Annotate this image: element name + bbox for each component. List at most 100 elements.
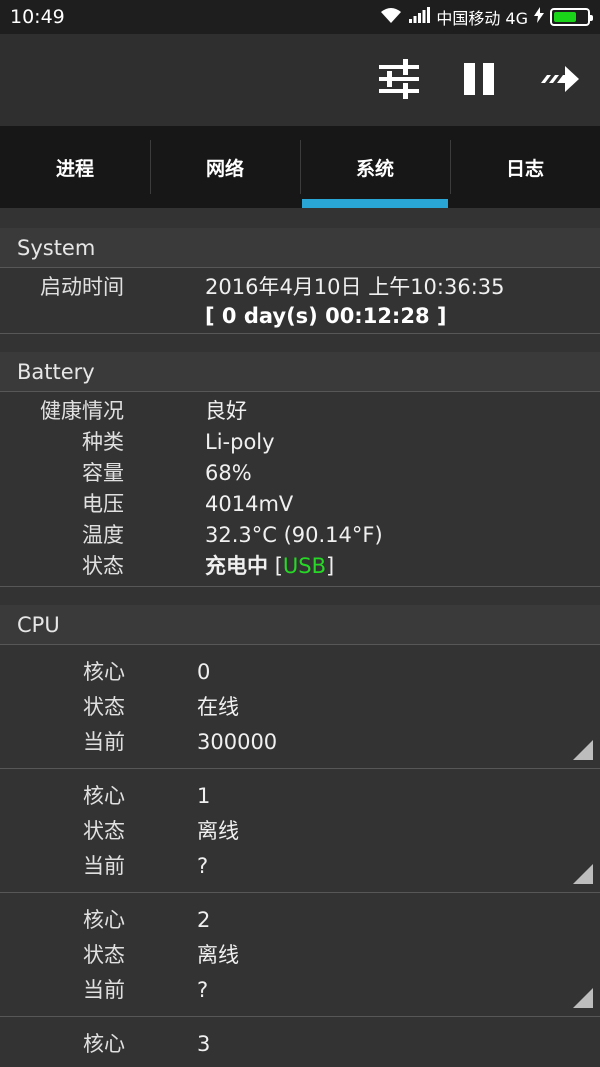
tab-label: 网络 — [205, 157, 244, 180]
battery-status-label: 状态 — [82, 554, 124, 578]
cpu-core-value: 1 — [197, 784, 211, 808]
cpu-state-row: 状态 离线 — [0, 938, 600, 973]
battery-row-value: 32.3°C (90.14°F) — [205, 523, 383, 547]
tab-system[interactable]: 系统 — [300, 126, 450, 208]
battery-row-label: 容量 — [82, 461, 124, 485]
pause-icon — [462, 62, 496, 100]
battery-row: 种类 Li-poly — [0, 427, 600, 458]
battery-row-value: 68% — [205, 461, 252, 485]
cpu-core-block[interactable]: 核心 0 状态 在线 当前 300000 — [0, 645, 600, 769]
battery-status-value: 充电中 — [205, 554, 268, 578]
cpu-current-row: 当前 ? — [0, 849, 600, 884]
tab-bar: 进程 网络 系统 日志 — [0, 126, 600, 208]
battery-row: 电压 4014mV — [0, 489, 600, 520]
cpu-current-label: 当前 — [83, 854, 125, 878]
cpu-current-value: ? — [197, 978, 209, 1002]
tab-label: 系统 — [355, 157, 394, 180]
status-time: 10:49 — [10, 6, 65, 28]
signal-icon — [408, 7, 431, 27]
battery-row-label: 种类 — [82, 430, 124, 454]
tab-label: 日志 — [505, 157, 544, 180]
tab-label: 进程 — [55, 157, 94, 180]
cpu-core-row: 核心 1 — [0, 779, 600, 814]
cpu-core-block[interactable]: 核心 2 状态 离线 当前 ? — [0, 893, 600, 1017]
pause-button[interactable] — [454, 56, 504, 106]
cpu-core-value: 0 — [197, 660, 211, 684]
battery-row-value: 良好 — [205, 399, 247, 423]
wifi-icon — [380, 6, 402, 28]
section-header-cpu: CPU — [0, 605, 600, 645]
uptime-block: 启动时间 2016年4月10日 上午10:36:35 [ 0 day(s) 00… — [0, 268, 600, 334]
cpu-core-block[interactable]: 核心 1 状态 离线 当前 ? — [0, 769, 600, 893]
expand-corner-icon[interactable] — [573, 740, 593, 760]
uptime-value-group: 2016年4月10日 上午10:36:35 [ 0 day(s) 00:12:2… — [205, 272, 505, 329]
status-bar: 10:49 中国移动 4G — [0, 0, 600, 34]
cpu-current-label: 当前 — [83, 978, 125, 1002]
uptime-row: 启动时间 2016年4月10日 上午10:36:35 [ 0 day(s) 00… — [0, 272, 600, 329]
battery-status-source: USB — [282, 554, 326, 578]
cpu-core-row: 核心 0 — [0, 655, 600, 690]
battery-status-value-group: 充电中 [USB] — [205, 551, 334, 582]
battery-row: 温度 32.3°C (90.14°F) — [0, 520, 600, 551]
cpu-current-label: 当前 — [83, 730, 125, 754]
battery-row-value: 4014mV — [205, 492, 294, 516]
battery-block: 健康情况 良好 种类 Li-poly 容量 68% 电压 4014mV 温度 3… — [0, 392, 600, 587]
cpu-core-label: 核心 — [83, 908, 125, 932]
forward-arrow-icon — [537, 62, 581, 100]
battery-row: 容量 68% — [0, 458, 600, 489]
cpu-state-value: 在线 — [197, 1062, 239, 1067]
uptime-value: 2016年4月10日 上午10:36:35 — [205, 275, 505, 299]
cpu-state-value: 离线 — [197, 943, 239, 967]
expand-corner-icon[interactable] — [573, 988, 593, 1008]
cpu-core-label: 核心 — [83, 660, 125, 684]
expand-corner-icon[interactable] — [573, 864, 593, 884]
system-content[interactable]: System 启动时间 2016年4月10日 上午10:36:35 [ 0 da… — [0, 208, 600, 1067]
bracket-open: [ — [274, 554, 283, 578]
battery-row-label: 温度 — [82, 523, 124, 547]
battery-status-row: 状态 充电中 [USB] — [0, 551, 600, 582]
section-title: CPU — [17, 612, 60, 637]
battery-fill — [554, 12, 576, 22]
cpu-core-row: 核心 2 — [0, 903, 600, 938]
tab-log[interactable]: 日志 — [450, 126, 600, 208]
uptime-label: 启动时间 — [40, 275, 124, 299]
status-right: 中国移动 4G — [380, 5, 593, 29]
cpu-core-label: 核心 — [83, 784, 125, 808]
cpu-core-value: 2 — [197, 908, 211, 932]
section-title: System — [17, 235, 96, 260]
bracket-close: ] — [326, 554, 335, 578]
tab-network[interactable]: 网络 — [150, 126, 300, 208]
cpu-state-label: 状态 — [0, 1062, 125, 1067]
cpu-state-label: 状态 — [83, 943, 125, 967]
forward-button[interactable] — [534, 56, 584, 106]
cpu-core-label: 核心 — [83, 1032, 125, 1056]
battery-row-value: Li-poly — [205, 430, 275, 454]
cpu-core-value: 3 — [197, 1032, 211, 1056]
cpu-state-label: 状态 — [83, 819, 125, 843]
battery-row: 健康情况 良好 — [0, 396, 600, 427]
section-header-battery: Battery — [0, 352, 600, 392]
settings-sliders-button[interactable] — [374, 56, 424, 106]
cpu-core-block[interactable]: 核心 3 状态 在线 — [0, 1017, 600, 1067]
cpu-state-label: 状态 — [83, 695, 125, 719]
battery-row-label: 健康情况 — [40, 399, 124, 423]
cpu-current-value: ? — [197, 854, 209, 878]
cpu-state-row: 状态 在线 — [0, 1062, 600, 1067]
sliders-icon — [377, 59, 421, 103]
toolbar — [0, 34, 600, 126]
tab-processes[interactable]: 进程 — [0, 126, 150, 208]
cpu-core-row: 核心 3 — [0, 1027, 600, 1062]
battery-icon — [550, 8, 593, 26]
section-header-system: System — [0, 228, 600, 268]
cpu-state-row: 状态 在线 — [0, 690, 600, 725]
charging-bolt-icon — [534, 7, 544, 27]
uptime-duration: [ 0 day(s) 00:12:28 ] — [205, 304, 447, 328]
cpu-current-row: 当前 ? — [0, 973, 600, 1008]
battery-row-label: 电压 — [82, 492, 124, 516]
carrier-label: 中国移动 4G — [436, 9, 528, 28]
cpu-state-row: 状态 离线 — [0, 814, 600, 849]
cpu-state-value: 在线 — [197, 695, 239, 719]
cpu-current-value: 300000 — [197, 730, 278, 754]
cpu-current-row: 当前 300000 — [0, 725, 600, 760]
cpu-state-value: 离线 — [197, 819, 239, 843]
